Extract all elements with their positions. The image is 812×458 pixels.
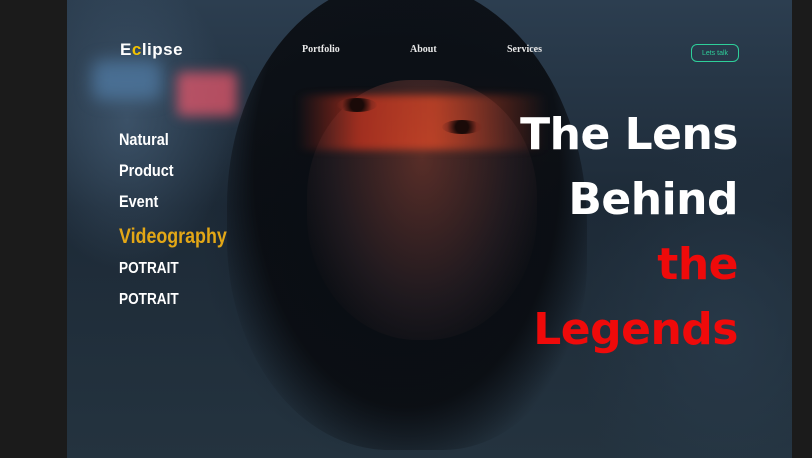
- category-videography[interactable]: Videography: [119, 225, 227, 249]
- lets-talk-button[interactable]: Lets talk: [691, 44, 739, 62]
- headline-line-1: The Lens: [520, 109, 738, 160]
- logo-suffix: lipse: [141, 40, 184, 59]
- nav-portfolio[interactable]: Portfolio: [302, 44, 340, 55]
- brand-logo[interactable]: Eclipse: [120, 40, 183, 60]
- background-light-blue: [92, 60, 162, 100]
- category-potrait[interactable]: POTRAIT: [119, 260, 179, 278]
- logo-prefix: E: [120, 40, 132, 59]
- portrait-eye-right: [442, 120, 482, 134]
- headline-line-3: the: [657, 239, 738, 290]
- portrait-eye-left: [337, 98, 377, 112]
- hero-section: Eclipse Portfolio About Services Lets ta…: [67, 0, 792, 458]
- portrait-light-band: [297, 95, 547, 150]
- logo-mark: c: [131, 40, 142, 59]
- headline-line-4: Legends: [533, 304, 738, 355]
- nav-about[interactable]: About: [410, 44, 437, 55]
- background-light-pink: [177, 72, 237, 116]
- headline-line-2: Behind: [568, 174, 738, 225]
- nav-services[interactable]: Services: [507, 44, 542, 55]
- category-potrait-2[interactable]: POTRAIT: [119, 291, 179, 309]
- category-event[interactable]: Event: [119, 192, 158, 212]
- category-natural[interactable]: Natural: [119, 130, 169, 150]
- category-product[interactable]: Product: [119, 161, 174, 181]
